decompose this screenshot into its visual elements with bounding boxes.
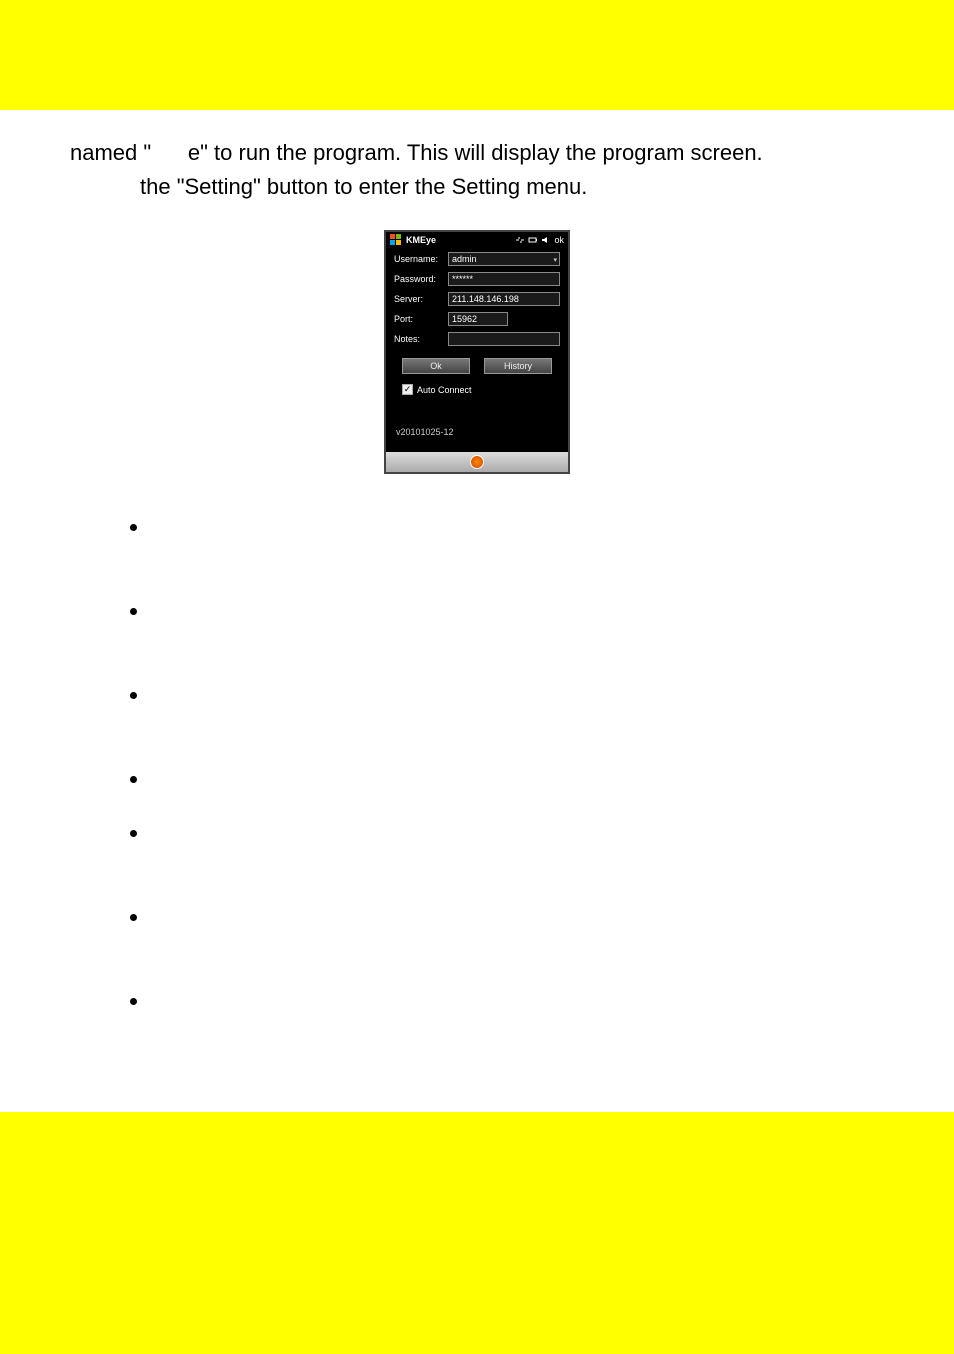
- username-value: admin: [452, 254, 477, 264]
- windows-mobile-flag-icon: [390, 234, 402, 246]
- list-item: [150, 766, 914, 792]
- app-title: KMEye: [406, 235, 436, 245]
- server-value: 211.148.146.198: [452, 294, 519, 304]
- port-row: Port: 15962: [386, 310, 568, 328]
- intro-text-1a: named ": [70, 140, 151, 165]
- port-value: 15962: [452, 314, 477, 324]
- notes-row: Notes:: [386, 330, 568, 348]
- username-input[interactable]: admin ▾: [448, 252, 560, 266]
- list-item: [150, 904, 914, 930]
- app-titlebar: KMEye ok: [386, 232, 568, 248]
- history-button[interactable]: History: [484, 358, 552, 374]
- mobile-app-screenshot: KMEye ok Username:: [384, 230, 570, 474]
- password-label: Password:: [394, 274, 448, 284]
- auto-connect-row: ✓ Auto Connect: [386, 380, 568, 399]
- password-input[interactable]: ******: [448, 272, 560, 286]
- bottom-yellow-bar: [0, 1304, 954, 1354]
- titlebar-left: KMEye: [390, 234, 436, 246]
- port-label: Port:: [394, 314, 448, 324]
- password-row: Password: ******: [386, 270, 568, 288]
- notes-label: Notes:: [394, 334, 448, 344]
- list-item: [150, 598, 914, 624]
- intro-line-2: the "Setting" button to enter the Settin…: [40, 174, 914, 200]
- server-input[interactable]: 211.148.146.198: [448, 292, 560, 306]
- port-input[interactable]: 15962: [448, 312, 508, 326]
- intro-text-1b: e" to run the program. This will display…: [188, 140, 763, 165]
- list-item: [150, 514, 914, 540]
- list-item: [150, 988, 914, 1014]
- dropdown-arrow-icon: ▾: [553, 255, 557, 267]
- connectivity-icon: [515, 235, 525, 245]
- username-row: Username: admin ▾: [386, 250, 568, 268]
- list-item: [150, 682, 914, 708]
- intro-line-1: named " e" to run the program. This will…: [40, 140, 914, 166]
- username-label: Username:: [394, 254, 448, 264]
- button-row: Ok History: [386, 348, 568, 380]
- screenshot-wrap: KMEye ok Username:: [40, 230, 914, 474]
- titlebar-ok-button[interactable]: ok: [554, 235, 564, 245]
- password-value: ******: [452, 274, 473, 284]
- list-item: [150, 820, 914, 846]
- auto-connect-checkbox[interactable]: ✓: [402, 384, 413, 395]
- phone-bottom-bar: [386, 452, 568, 472]
- battery-icon: [528, 235, 538, 245]
- server-label: Server:: [394, 294, 448, 304]
- home-icon[interactable]: [470, 455, 484, 469]
- top-yellow-bar: [0, 0, 954, 110]
- version-text: v20101025-12: [386, 399, 568, 443]
- page-content: named " e" to run the program. This will…: [0, 110, 954, 1112]
- ok-button[interactable]: Ok: [402, 358, 470, 374]
- notes-input[interactable]: [448, 332, 560, 346]
- titlebar-right: ok: [515, 235, 564, 245]
- speaker-icon: [541, 235, 551, 245]
- server-row: Server: 211.148.146.198: [386, 290, 568, 308]
- bullet-list: [40, 514, 914, 1014]
- auto-connect-label: Auto Connect: [417, 385, 472, 395]
